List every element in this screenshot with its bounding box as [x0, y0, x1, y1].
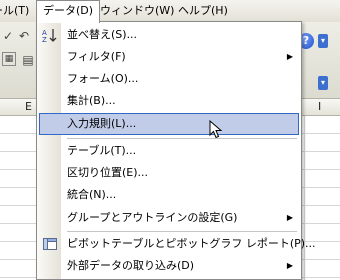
menu-item-label: フィルタ(F) [67, 50, 126, 63]
submenu-arrow-icon: ▶ [286, 261, 293, 270]
menu-tools[interactable]: ール(T) [0, 0, 35, 22]
menu-item-validation[interactable]: 入力規則(L)... [39, 113, 299, 135]
undo-icon[interactable]: ↶ [16, 28, 32, 44]
merge-cells-icon[interactable]: ▦ [2, 52, 16, 66]
menu-item-label: 並べ替え(S)... [67, 28, 138, 41]
menu-item-pivot-table[interactable]: ピボットテーブルとピボットグラフ レポート(P)... [39, 233, 316, 255]
menu-bar: ール(T) データ(D) ウィンドウ(W) ヘルプ(H) [0, 0, 340, 23]
column-header-i[interactable]: I [318, 99, 321, 115]
menu-item-label: 集計(B)... [67, 94, 116, 107]
menu-item-group-outline[interactable]: グループとアウトラインの設定(G) ▶ [39, 207, 299, 229]
data-menu: A Z 並べ替え(S)... フィルタ(F) ▶ フォーム(O)... 集計(B… [36, 21, 316, 280]
menu-data[interactable]: データ(D) [36, 0, 101, 23]
menu-item-label: ピボットテーブルとピボットグラフ レポート(P)... [67, 237, 316, 250]
menu-item-label: 入力規則(L)... [67, 117, 137, 130]
menu-item-label: 外部データの取り込み(D) [67, 259, 195, 272]
submenu-arrow-icon: ▶ [286, 52, 293, 61]
menu-item-text-to-columns[interactable]: 区切り位置(E)... [39, 162, 299, 184]
mouse-cursor-icon [209, 120, 223, 139]
menu-separator [67, 138, 297, 139]
menu-item-label: テーブル(T)... [67, 144, 137, 157]
chart-icon[interactable]: ▤ [20, 52, 36, 68]
toolbar-options-icon-2[interactable]: ▾ [318, 76, 328, 90]
toolbar-options-icon[interactable]: ▾ [318, 34, 328, 48]
menu-item-label: グループとアウトラインの設定(G) [67, 211, 238, 224]
menu-item-label: フォーム(O)... [67, 72, 139, 85]
menu-item-table[interactable]: テーブル(T)... [39, 140, 299, 162]
menu-item-import-external-data[interactable]: 外部データの取り込み(D) ▶ [39, 255, 299, 277]
grid-line [304, 116, 305, 280]
column-header-e[interactable]: E [25, 99, 32, 115]
clear-icon[interactable]: ✓ [0, 28, 16, 44]
menu-item-filter[interactable]: フィルタ(F) ▶ [39, 46, 299, 68]
pivot-table-icon [43, 238, 57, 250]
menu-item-label: 区切り位置(E)... [67, 166, 149, 179]
menu-item-sort[interactable]: A Z 並べ替え(S)... [39, 24, 299, 46]
menu-item-subtotals[interactable]: 集計(B)... [39, 90, 299, 112]
menu-item-consolidate[interactable]: 統合(N)... [39, 184, 299, 206]
menu-item-form[interactable]: フォーム(O)... [39, 68, 299, 90]
sort-ascending-icon: A Z [42, 29, 57, 43]
menu-separator [67, 231, 297, 232]
menu-window[interactable]: ウィンドウ(W) [94, 0, 180, 22]
submenu-arrow-icon: ▶ [286, 213, 293, 222]
menu-item-label: 統合(N)... [67, 188, 117, 201]
menu-help[interactable]: ヘルプ(H) [172, 0, 234, 22]
svg-text:Z: Z [42, 36, 47, 43]
